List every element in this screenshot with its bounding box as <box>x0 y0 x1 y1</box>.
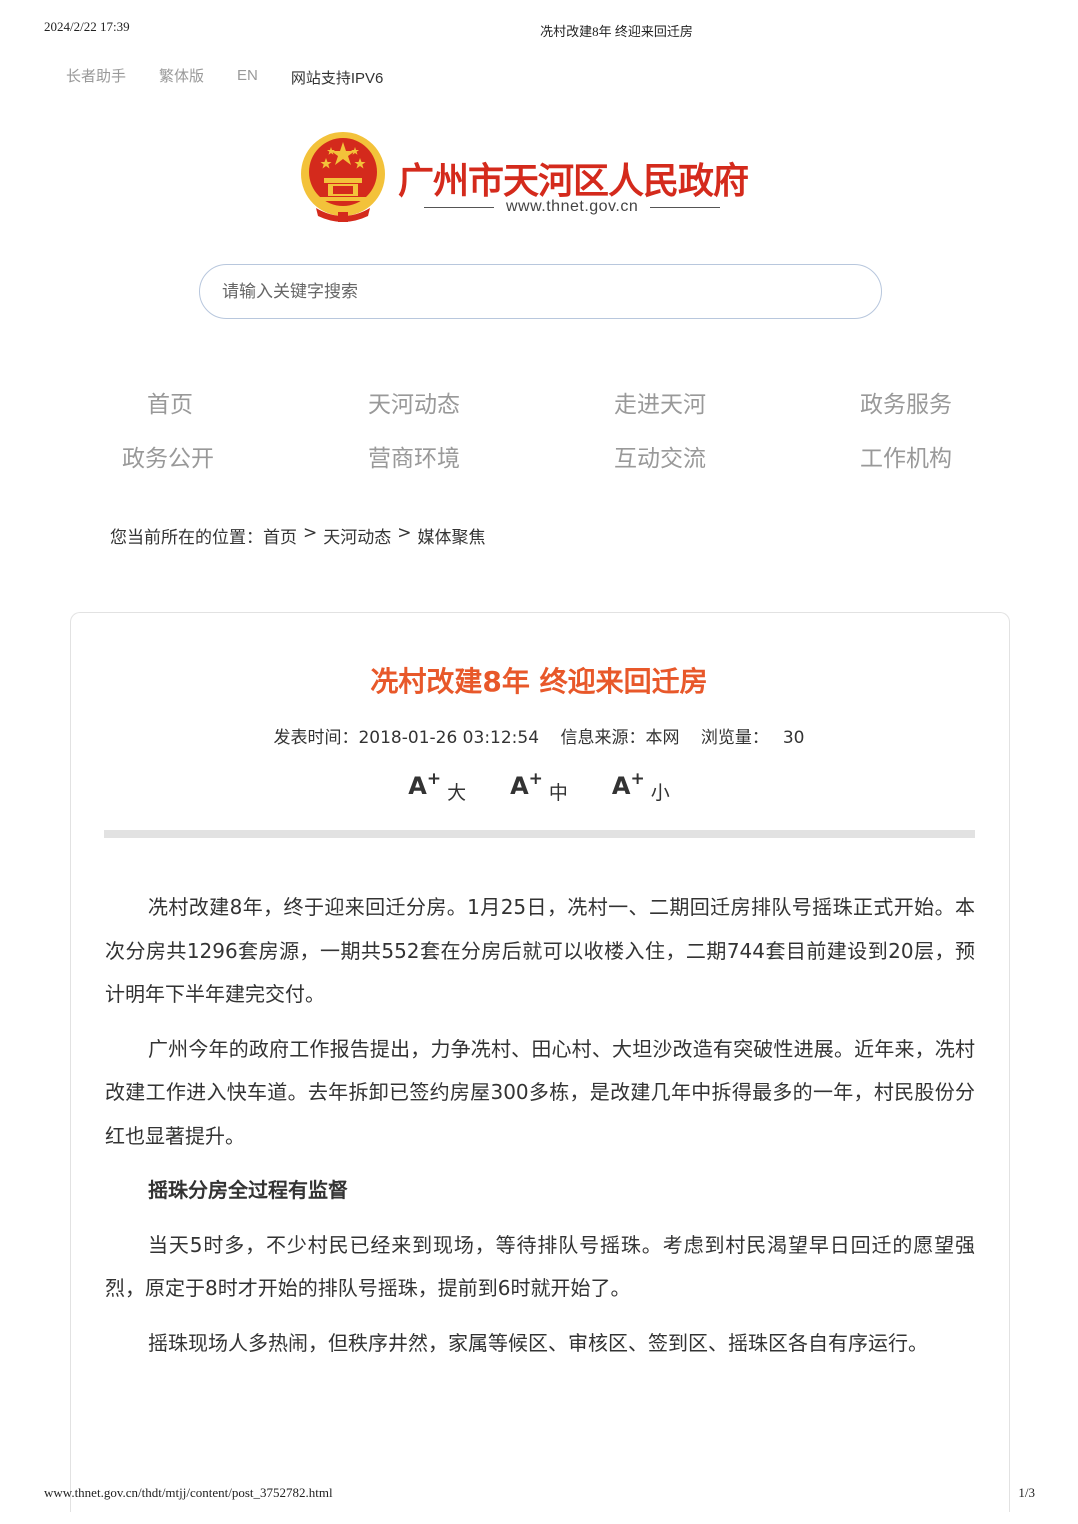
article-paragraph: 摇珠现场人多热闹，但秩序井然，家属等候区、审核区、签到区、摇珠区各自有序运行。 <box>148 1330 928 1355</box>
title-divider <box>104 830 975 838</box>
font-size-label: 小 <box>650 782 670 804</box>
breadcrumb-tianhe-news[interactable]: 天河动态 <box>323 523 391 548</box>
traditional-chinese-link[interactable]: 繁体版 <box>159 65 204 86</box>
publish-time-label: 发表时间： <box>273 728 359 748</box>
top-utility-bar: 长者助手 繁体版 EN 网站支持IPV6 <box>66 62 416 88</box>
site-logo[interactable]: 广州市天河区人民政府 www.thnet.gov.cn <box>298 128 788 224</box>
breadcrumb: 您当前所在的位置： 首页 > 天河动态 > 媒体聚焦 <box>110 523 486 548</box>
print-header-title: 冼村改建8年 终迎来回迁房 <box>540 24 693 39</box>
site-name: 广州市天河区人民政府 <box>398 161 749 202</box>
article-meta: 发表时间：2018-01-26 03:12:54 信息来源：本网 浏览量： 30 <box>0 723 1078 748</box>
site-url: www.thnet.gov.cn <box>506 198 639 215</box>
nav-item-gov-services[interactable]: 政务服务 <box>760 385 980 419</box>
font-size-large-button[interactable]: A + 大 <box>408 769 467 805</box>
article-title: 冼村改建8年 终迎来回迁房 <box>370 665 708 698</box>
font-size-label: 中 <box>548 782 568 804</box>
breadcrumb-separator: > <box>397 523 412 543</box>
font-size-icon: A <box>408 772 427 800</box>
breadcrumb-prefix: 您当前所在的位置： <box>110 528 263 548</box>
views-label: 浏览量： <box>700 728 769 748</box>
article-subheading: 摇珠分房全过程有监督 <box>148 1178 348 1202</box>
nav-item-business-env[interactable]: 营商环境 <box>320 439 540 473</box>
article-paragraph: 广州今年的政府工作报告提出，力争冼村、田心村、大坦沙改造有突破性进展。近年来，冼… <box>105 1036 975 1148</box>
views-value: 30 <box>782 728 805 748</box>
source-label: 信息来源： <box>560 728 646 748</box>
nav-item-tianhe-news[interactable]: 天河动态 <box>320 385 540 419</box>
elder-assistant-link[interactable]: 长者助手 <box>66 65 126 86</box>
article-source: 信息来源：本网 <box>560 728 679 748</box>
print-footer-url: www.thnet.gov.cn/thdt/mtjj/content/post_… <box>44 1485 333 1500</box>
search-input[interactable] <box>222 281 822 302</box>
decorative-line-left <box>424 206 494 208</box>
font-size-switcher: A + 大 A + 中 A + 小 <box>0 769 1078 805</box>
view-count: 浏览量： 30 <box>701 728 805 748</box>
nav-item-departments[interactable]: 工作机构 <box>760 439 980 473</box>
breadcrumb-home[interactable]: 首页 <box>263 523 297 548</box>
nav-item-home[interactable]: 首页 <box>100 385 320 419</box>
publish-time-value: 2018-01-26 03:12:54 <box>358 728 540 748</box>
decorative-line-right <box>650 206 721 208</box>
article-body: 冼村改建8年，终于迎来回迁分房。1月25日，冼村一、二期回迁房排队号摇珠正式开始… <box>105 886 975 1376</box>
nav-item-interaction[interactable]: 互动交流 <box>540 439 760 473</box>
article-paragraph: 冼村改建8年，终于迎来回迁分房。1月25日，冼村一、二期回迁房排队号摇珠正式开始… <box>105 895 975 1006</box>
national-emblem-icon <box>301 132 385 222</box>
print-footer-page-number: 1/3 <box>1018 1485 1035 1500</box>
font-size-plus: + <box>630 769 645 789</box>
breadcrumb-separator: > <box>303 523 318 543</box>
font-size-icon: A <box>611 772 631 800</box>
font-size-medium-button[interactable]: A + 中 <box>510 769 568 805</box>
article-paragraph: 当天5时多，不少村民已经来到现场，等待排队号摇珠。考虑到村民渴望早日回迁的愿望强… <box>105 1232 975 1301</box>
breadcrumb-media-focus[interactable]: 媒体聚焦 <box>418 523 486 548</box>
search-box <box>199 264 882 319</box>
font-size-label: 大 <box>447 782 467 804</box>
font-size-plus: + <box>426 769 442 789</box>
nav-item-gov-disclosure[interactable]: 政务公开 <box>100 439 320 473</box>
font-size-plus: + <box>528 769 543 789</box>
font-size-small-button[interactable]: A + 小 <box>611 769 670 805</box>
site-url-row: www.thnet.gov.cn <box>424 198 721 216</box>
main-nav: 首页 天河动态 走进天河 政务服务 政务公开 营商环境 互动交流 工作机构 <box>100 385 980 473</box>
ipv6-support-link[interactable]: 网站支持IPV6 <box>291 67 384 88</box>
font-size-icon: A <box>510 772 529 800</box>
publish-time: 发表时间：2018-01-26 03:12:54 <box>273 728 539 748</box>
source-value: 本网 <box>645 728 680 748</box>
english-link[interactable]: EN <box>237 67 258 84</box>
nav-item-about-tianhe[interactable]: 走进天河 <box>540 385 760 419</box>
